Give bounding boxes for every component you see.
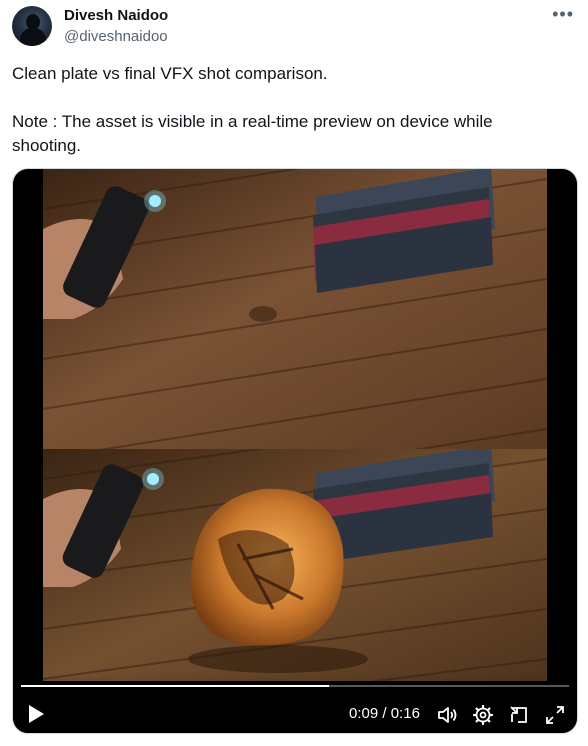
fullscreen-icon[interactable] <box>544 704 566 726</box>
tweet: Divesh Naidoo @diveshnaidoo ••• Clean pl… <box>0 0 588 746</box>
current-time: 0:09 <box>349 705 379 722</box>
picture-in-picture-icon[interactable] <box>508 704 530 726</box>
volume-icon[interactable] <box>436 704 458 726</box>
time-display: 0:09 / 0:16 <box>349 705 420 722</box>
video-frame-final-vfx <box>43 449 547 681</box>
author-name[interactable]: Divesh Naidoo <box>64 7 168 24</box>
tweet-text-line2: Note : The asset is visible in a real-ti… <box>12 112 493 155</box>
tweet-text: Clean plate vs final VFX shot comparison… <box>12 62 552 158</box>
author-handle[interactable]: @diveshnaidoo <box>64 28 168 45</box>
tweet-text-line1: Clean plate vs final VFX shot comparison… <box>12 64 328 83</box>
progress-fill <box>21 685 330 687</box>
settings-icon[interactable] <box>472 704 494 726</box>
avatar[interactable] <box>12 6 52 46</box>
time-separator: / <box>382 705 387 722</box>
duration: 0:16 <box>390 705 420 722</box>
progress-bar[interactable] <box>21 685 569 687</box>
video-frame-clean-plate <box>43 169 547 449</box>
more-icon[interactable]: ••• <box>552 4 574 25</box>
play-icon[interactable] <box>27 704 45 724</box>
video-controls: 0:09 / 0:16 <box>13 673 577 733</box>
video-player[interactable]: 0:09 / 0:16 <box>12 168 578 734</box>
